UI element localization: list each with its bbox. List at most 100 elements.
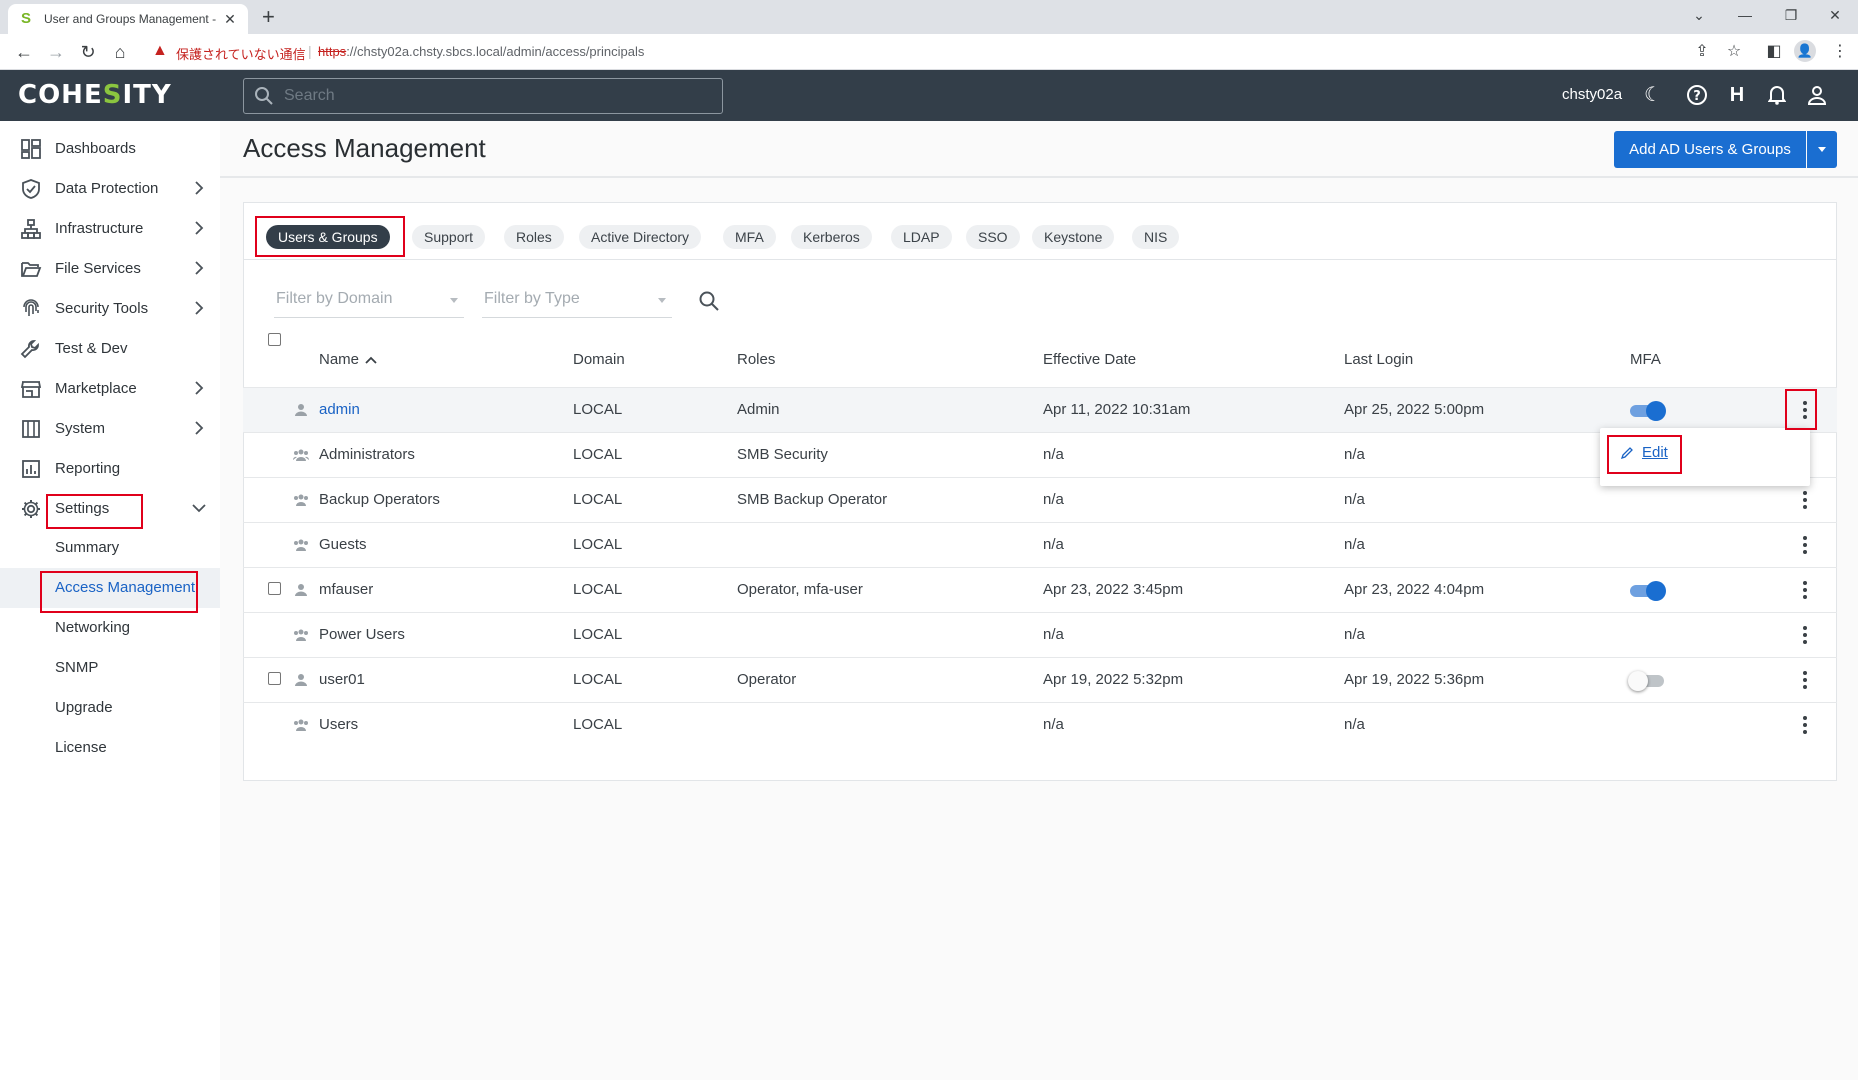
tab-search-chevron-icon[interactable]: ⌄ bbox=[1676, 0, 1722, 30]
table-row[interactable]: user01 LOCAL Operator Apr 19, 2022 5:32p… bbox=[243, 657, 1837, 702]
username-label[interactable]: chsty02a bbox=[1562, 86, 1622, 103]
sidebar-item-security-tools[interactable]: Security Tools bbox=[0, 288, 220, 328]
side-panel-icon[interactable]: ◧ bbox=[1762, 40, 1786, 64]
principal-name-link[interactable]: admin bbox=[319, 401, 360, 418]
more-vert-icon[interactable] bbox=[1793, 668, 1817, 692]
principal-last-login: n/a bbox=[1344, 536, 1365, 553]
mfa-toggle[interactable] bbox=[1630, 401, 1666, 421]
sidebar-item-reporting[interactable]: Reporting bbox=[0, 448, 220, 488]
select-all-checkbox[interactable] bbox=[268, 333, 281, 346]
sidebar-sub-access-management[interactable]: Access Management bbox=[0, 568, 220, 608]
table-row[interactable]: mfauser LOCAL Operator, mfa-user Apr 23,… bbox=[243, 567, 1837, 612]
tab-mfa[interactable]: MFA bbox=[723, 225, 776, 249]
search-icon[interactable] bbox=[698, 290, 720, 312]
sidebar-item-system[interactable]: System bbox=[0, 408, 220, 448]
row-checkbox[interactable] bbox=[268, 672, 281, 685]
help-icon[interactable]: ? bbox=[1684, 82, 1710, 108]
sidebar-item-infrastructure[interactable]: Infrastructure bbox=[0, 208, 220, 248]
table-row[interactable]: Backup Operators LOCAL SMB Backup Operat… bbox=[243, 477, 1837, 522]
sidebar-item-test-dev[interactable]: Test & Dev bbox=[0, 328, 220, 368]
reload-icon[interactable]: ↻ bbox=[76, 40, 100, 64]
tab-nis[interactable]: NIS bbox=[1132, 225, 1180, 249]
sidebar-item-marketplace[interactable]: Marketplace bbox=[0, 368, 220, 408]
bookmark-star-icon[interactable]: ☆ bbox=[1722, 40, 1746, 64]
principal-effective-date: n/a bbox=[1043, 491, 1064, 508]
column-header-name[interactable]: Name bbox=[319, 351, 377, 368]
global-search[interactable] bbox=[243, 78, 723, 114]
more-vert-icon[interactable] bbox=[1793, 713, 1817, 737]
table-row[interactable]: Guests LOCAL n/a n/a bbox=[243, 522, 1837, 567]
sidebar-item-data-protection[interactable]: Data Protection bbox=[0, 168, 220, 208]
share-icon[interactable]: ⇪ bbox=[1690, 40, 1714, 64]
sidebar-sub-networking[interactable]: Networking bbox=[0, 608, 220, 648]
tab-ldap[interactable]: LDAP bbox=[891, 225, 952, 249]
forward-icon[interactable]: → bbox=[44, 40, 68, 64]
table-row[interactable]: Users LOCAL n/a n/a bbox=[243, 702, 1837, 747]
restore-icon[interactable]: ❐ bbox=[1768, 0, 1814, 30]
sidebar-item-settings[interactable]: Settings bbox=[0, 488, 220, 528]
add-ad-users-groups-button[interactable]: Add AD Users & Groups bbox=[1614, 131, 1806, 168]
new-tab-icon[interactable]: + bbox=[262, 4, 275, 30]
row-checkbox[interactable] bbox=[268, 582, 281, 595]
cohesity-logo[interactable]: COHESITY bbox=[18, 82, 172, 108]
filter-by-type-select[interactable]: Filter by Type bbox=[482, 286, 672, 318]
tab-active-directory[interactable]: Active Directory bbox=[579, 225, 702, 249]
column-header-roles[interactable]: Roles bbox=[737, 351, 775, 368]
sidebar-sub-license[interactable]: License bbox=[0, 728, 220, 768]
add-button-dropdown-caret-icon[interactable] bbox=[1807, 131, 1837, 168]
more-vert-icon[interactable] bbox=[1793, 488, 1817, 512]
principal-name: Power Users bbox=[319, 626, 405, 643]
home-icon[interactable]: ⌂ bbox=[108, 40, 132, 64]
chevron-right-icon bbox=[195, 261, 204, 275]
sidebar-item-label: Infrastructure bbox=[55, 219, 144, 237]
profile-icon[interactable]: 👤 bbox=[1794, 40, 1818, 64]
url-separator: | bbox=[308, 43, 312, 59]
helios-icon[interactable]: H bbox=[1724, 82, 1750, 108]
minimize-icon[interactable]: — bbox=[1722, 0, 1768, 30]
sidebar-sub-upgrade[interactable]: Upgrade bbox=[0, 688, 220, 728]
mfa-toggle[interactable] bbox=[1630, 581, 1666, 601]
more-vert-icon[interactable] bbox=[1793, 578, 1817, 602]
tab-roles[interactable]: Roles bbox=[504, 225, 564, 249]
tab-keystone[interactable]: Keystone bbox=[1032, 225, 1115, 249]
browser-menu-icon[interactable]: ⋮ bbox=[1828, 40, 1852, 64]
user-account-icon[interactable] bbox=[1804, 82, 1830, 108]
sidebar-item-file-services[interactable]: File Services bbox=[0, 248, 220, 288]
notifications-bell-icon[interactable] bbox=[1764, 82, 1790, 108]
browser-tab[interactable]: S User and Groups Management - ✕ bbox=[8, 4, 248, 34]
chevron-right-icon bbox=[195, 221, 204, 235]
column-header-mfa[interactable]: MFA bbox=[1630, 351, 1661, 368]
edit-menu-item[interactable]: Edit bbox=[1620, 444, 1668, 461]
close-tab-icon[interactable]: ✕ bbox=[222, 11, 238, 28]
sidebar-sub-snmp[interactable]: SNMP bbox=[0, 648, 220, 688]
table-row[interactable]: admin LOCAL Admin Apr 11, 2022 10:31am A… bbox=[243, 387, 1837, 432]
table-row[interactable]: Power Users LOCAL n/a n/a bbox=[243, 612, 1837, 657]
more-vert-icon[interactable] bbox=[1793, 533, 1817, 557]
filter-by-domain-select[interactable]: Filter by Domain bbox=[274, 286, 464, 318]
tab-support[interactable]: Support bbox=[412, 225, 486, 249]
tab-kerberos[interactable]: Kerberos bbox=[791, 225, 872, 249]
sidebar-sub-summary[interactable]: Summary bbox=[0, 528, 220, 568]
principal-domain: LOCAL bbox=[573, 446, 623, 463]
column-header-last-login[interactable]: Last Login bbox=[1344, 351, 1413, 368]
mfa-toggle[interactable] bbox=[1628, 671, 1666, 691]
tab-users-groups[interactable]: Users & Groups bbox=[266, 225, 390, 249]
column-header-domain[interactable]: Domain bbox=[573, 351, 625, 368]
row-action-menu: Edit bbox=[1600, 428, 1810, 486]
url-field[interactable]: https://chsty02a.chsty.sbcs.local/admin/… bbox=[318, 44, 644, 59]
sidebar-item-dashboards[interactable]: Dashboards bbox=[0, 128, 220, 168]
back-icon[interactable]: ← bbox=[12, 40, 36, 64]
search-input[interactable] bbox=[284, 83, 704, 109]
insecure-label[interactable]: 保護されていない通信 bbox=[176, 44, 306, 63]
more-vert-icon[interactable] bbox=[1793, 623, 1817, 647]
table-row[interactable]: Administrators LOCAL SMB Security n/a n/… bbox=[243, 432, 1837, 477]
column-header-effective-date[interactable]: Effective Date bbox=[1043, 351, 1136, 368]
group-icon bbox=[294, 494, 308, 506]
window-close-icon[interactable]: ✕ bbox=[1812, 0, 1858, 30]
tab-sso[interactable]: SSO bbox=[966, 225, 1020, 249]
dark-mode-moon-icon[interactable]: ☾ bbox=[1640, 82, 1666, 108]
more-vert-icon[interactable] bbox=[1793, 398, 1817, 422]
principal-roles: SMB Backup Operator bbox=[737, 491, 888, 508]
warning-icon[interactable]: ▲ bbox=[152, 42, 168, 60]
dropdown-caret-icon bbox=[658, 298, 666, 303]
